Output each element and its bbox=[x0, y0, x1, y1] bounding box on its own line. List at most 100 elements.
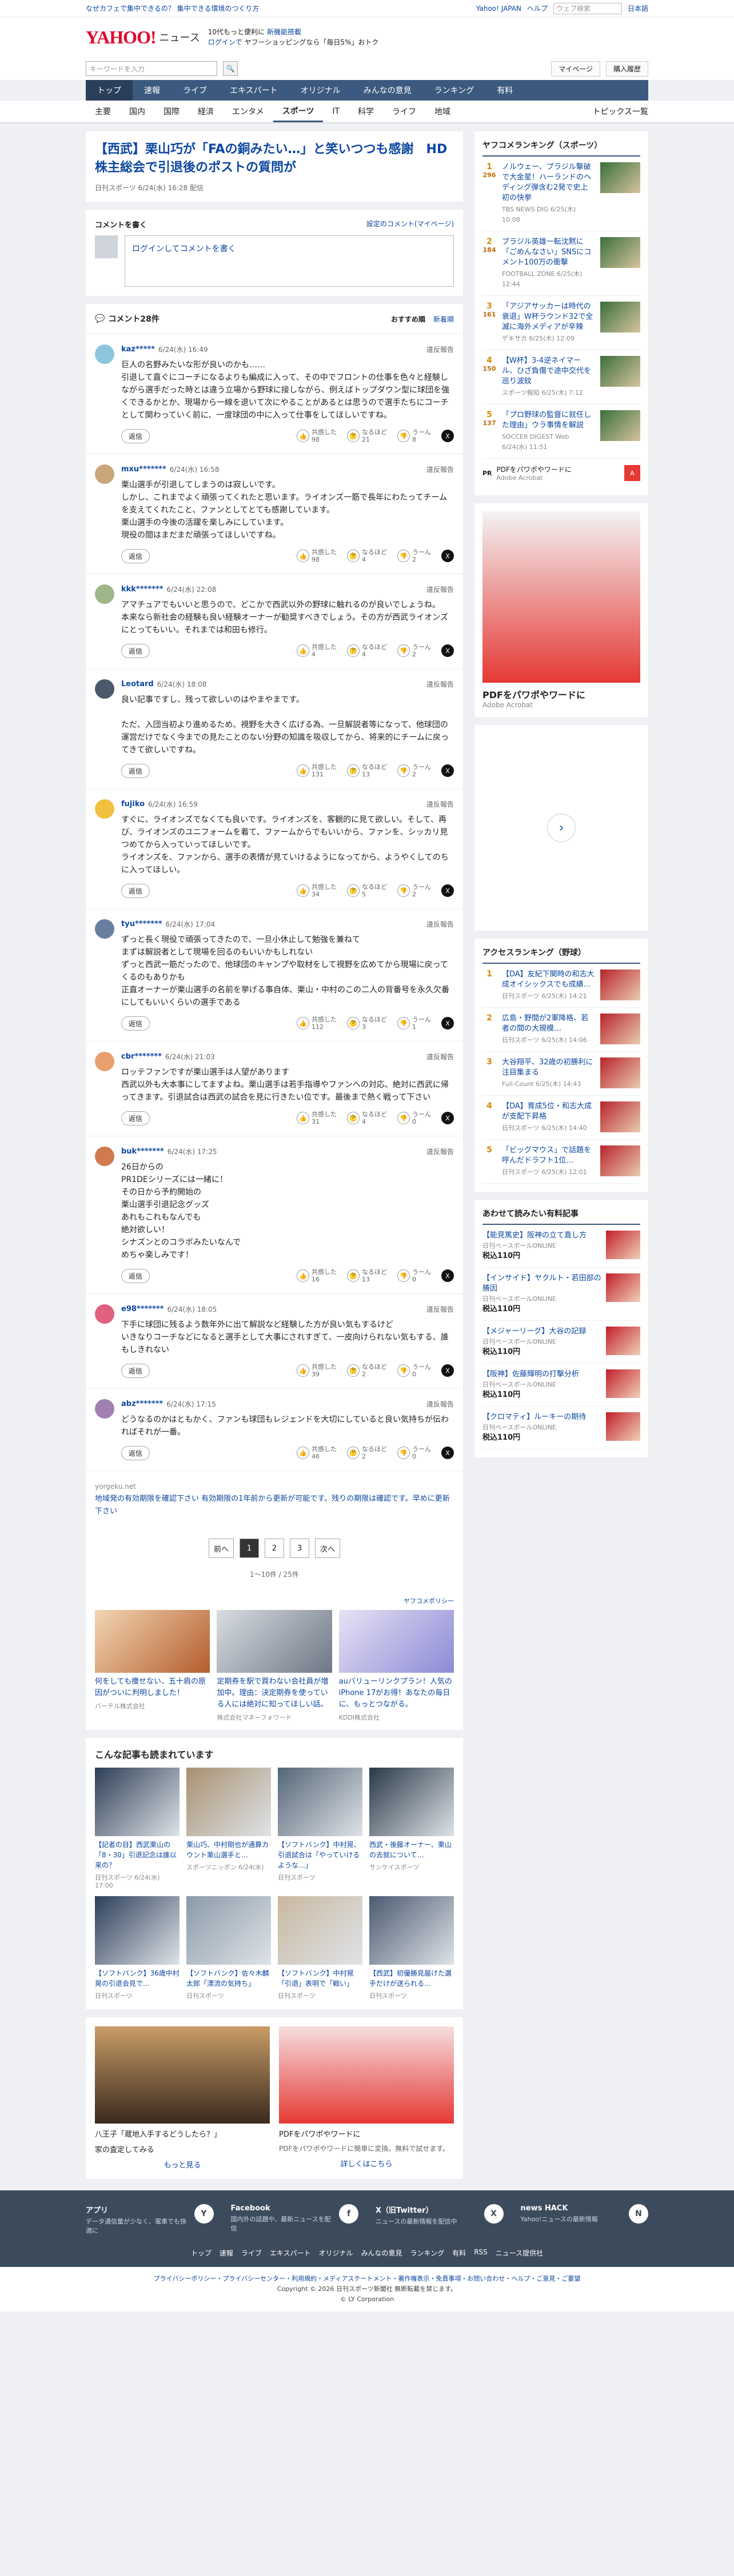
report-link[interactable]: 違反報告 bbox=[426, 584, 454, 594]
tab-local[interactable]: 地域 bbox=[425, 101, 460, 122]
article-title[interactable]: 【西武】栗山巧が「FAの銅みたい…」と笑いつつも感謝 HD株主総会で引退後のポス… bbox=[95, 141, 454, 177]
reply-button[interactable]: 返信 bbox=[121, 1111, 150, 1125]
nav-paid[interactable]: 有料 bbox=[485, 80, 524, 101]
vote-good-button[interactable]: 👍 共感した 31 bbox=[297, 1111, 337, 1125]
footer-column[interactable]: Facebook 国内外の話題や、最新ニュースを配信 f bbox=[231, 2204, 358, 2236]
comment-user[interactable]: buk******* bbox=[121, 1147, 164, 1156]
avatar[interactable] bbox=[95, 584, 114, 604]
nav-live[interactable]: ライブ bbox=[171, 80, 218, 101]
footer-nav-link[interactable]: みんなの意見 bbox=[361, 2248, 402, 2258]
related-article[interactable]: 【西武】初優勝見届けた選手だけが送られる… 日刊スポーツ bbox=[369, 1896, 454, 2000]
purchase-history-button[interactable]: 購入履歴 bbox=[605, 61, 648, 77]
vote-good-button[interactable]: 👍 共感した 112 bbox=[297, 1016, 337, 1031]
reply-button[interactable]: 返信 bbox=[121, 1016, 150, 1031]
comment-user[interactable]: e98******* bbox=[121, 1305, 164, 1313]
vote-bad-button[interactable]: 👎 うーん 2 bbox=[397, 763, 431, 778]
related-article[interactable]: 【ソフトバンク】中村晃、引退試合は「やっていけるような…」 日刊スポーツ bbox=[278, 1768, 362, 1889]
page-3[interactable]: 3 bbox=[290, 1539, 309, 1558]
ad-detail-button[interactable]: 詳しくはこちら bbox=[279, 2158, 454, 2169]
nav-original[interactable]: オリジナル bbox=[289, 80, 352, 101]
paid-article[interactable]: 【インサイド】ヤクルト・若田部の勝因 日刊ベースボールONLINE 税込110円 bbox=[482, 1268, 640, 1321]
ranking-item[interactable]: 1 296 ノルウェー、ブラジル撃破で大金星！ハーランドのヘディング弾含む2発で史上… bbox=[482, 157, 640, 231]
paid-article[interactable]: 【メジャーリーグ】大谷の記録 日刊ベースボールONLINE 税込110円 bbox=[482, 1321, 640, 1364]
reply-button[interactable]: 返信 bbox=[121, 883, 150, 898]
vote-bad-button[interactable]: 👎 うーん 1 bbox=[397, 1016, 431, 1031]
avatar[interactable] bbox=[95, 1147, 114, 1166]
x-share-icon[interactable]: X bbox=[441, 430, 454, 442]
nav-top[interactable]: トップ bbox=[86, 80, 133, 101]
vote-idk-button[interactable]: 🤔 なるほど 4 bbox=[347, 643, 387, 658]
report-link[interactable]: 違反報告 bbox=[426, 1399, 454, 1409]
sort-newest[interactable]: 新着順 bbox=[433, 314, 454, 324]
comment-user[interactable]: abz******* bbox=[121, 1400, 163, 1408]
nav-opinion[interactable]: みんなの意見 bbox=[352, 80, 423, 101]
avatar[interactable] bbox=[95, 919, 114, 939]
tab-entertainment[interactable]: エンタメ bbox=[223, 101, 273, 122]
related-article[interactable]: 【ソフトバンク】36歳中村晃の引退会見で… 日刊スポーツ bbox=[95, 1896, 179, 2000]
access-item[interactable]: 3 大谷翔平、32歳の初勝利に注目集まる Full-Count 6/25(木) 14… bbox=[482, 1052, 640, 1096]
report-link[interactable]: 違反報告 bbox=[426, 679, 454, 689]
x-share-icon[interactable]: X bbox=[441, 764, 454, 777]
avatar[interactable] bbox=[95, 344, 114, 364]
ranking-item[interactable]: 5 137 「プロ野球の監督に就任した理由」ウラ事情を解説 SOCCER DIGEST… bbox=[482, 404, 640, 459]
reply-button[interactable]: 返信 bbox=[121, 763, 150, 778]
vote-good-button[interactable]: 👍 共感した 131 bbox=[297, 763, 337, 778]
vote-bad-button[interactable]: 👎 うーん 2 bbox=[397, 883, 431, 898]
tab-sports[interactable]: スポーツ bbox=[273, 101, 324, 122]
footer-column[interactable]: X（旧Twitter） ニュースの最新情報を配信中 X bbox=[376, 2204, 504, 2236]
x-share-icon[interactable]: X bbox=[441, 1017, 454, 1029]
language-select[interactable]: 日本語 bbox=[628, 3, 648, 13]
reply-button[interactable]: 返信 bbox=[121, 548, 150, 563]
display-ad[interactable]: PDFをパワポやワードに Adobe Acrobat bbox=[474, 503, 648, 717]
reply-button[interactable]: 返信 bbox=[121, 1363, 150, 1378]
vote-good-button[interactable]: 👍 共感した 46 bbox=[297, 1445, 337, 1460]
vote-idk-button[interactable]: 🤔 なるほど 2 bbox=[347, 1445, 387, 1460]
x-share-icon[interactable]: X bbox=[441, 1447, 454, 1459]
avatar[interactable] bbox=[95, 799, 114, 819]
footer-nav-link[interactable]: 有料 bbox=[452, 2248, 466, 2258]
vote-idk-button[interactable]: 🤔 なるほど 13 bbox=[347, 763, 387, 778]
reply-button[interactable]: 返信 bbox=[121, 643, 150, 658]
mypage-button[interactable]: マイページ bbox=[551, 61, 600, 77]
policy-link[interactable]: ヤフコメポリシー bbox=[95, 1596, 454, 1605]
reply-button[interactable]: 返信 bbox=[121, 1445, 150, 1460]
x-share-icon[interactable]: X bbox=[441, 1269, 454, 1282]
comment-user[interactable]: kkk******* bbox=[121, 585, 163, 594]
avatar[interactable] bbox=[95, 1399, 114, 1419]
comment-user[interactable]: mxu******* bbox=[121, 465, 166, 474]
ad-notice[interactable]: yorgeku.net 地域発の有効期限を確認下さい 有効期限の1年前から更新が… bbox=[86, 1471, 463, 1527]
page-2[interactable]: 2 bbox=[265, 1539, 284, 1558]
header-promo[interactable]: 10代もっと便利に 新機能搭載 ログインで ヤフーショッピングなら「毎日5%」お… bbox=[208, 27, 379, 47]
vote-bad-button[interactable]: 👎 うーん 0 bbox=[397, 1268, 431, 1283]
ranking-item[interactable]: 2 184 ブラジル英雄一転沈黙に「ごめんなさい」SNSにコメント100万の衝撃 FO… bbox=[482, 231, 640, 296]
comment-user[interactable]: cbr******* bbox=[121, 1052, 162, 1061]
comment-user[interactable]: kaz***** bbox=[121, 345, 155, 354]
vote-idk-button[interactable]: 🤔 なるほど 13 bbox=[347, 1268, 387, 1283]
tab-science[interactable]: 科学 bbox=[349, 101, 383, 122]
nav-breaking[interactable]: 速報 bbox=[133, 80, 171, 101]
vote-idk-button[interactable]: 🤔 なるほど 4 bbox=[347, 548, 387, 563]
comment-textarea[interactable]: ログインしてコメントを書く bbox=[125, 235, 454, 287]
footer-nav-link[interactable]: オリジナル bbox=[319, 2248, 353, 2258]
vote-idk-button[interactable]: 🤔 なるほど 3 bbox=[347, 1016, 387, 1031]
x-share-icon[interactable]: X bbox=[441, 550, 454, 562]
report-link[interactable]: 違反報告 bbox=[426, 919, 454, 929]
footer-nav-link[interactable]: ライブ bbox=[241, 2248, 262, 2258]
topics-list-link[interactable]: トピックス一覧 bbox=[592, 106, 648, 117]
ad-card[interactable]: 何をしても痩せない、五十肩の原因がついに判明しました！ バーテル株式会社 bbox=[95, 1610, 210, 1722]
report-link[interactable]: 違反報告 bbox=[426, 464, 454, 474]
web-search-input[interactable]: ウェブ検索 bbox=[553, 2, 622, 14]
vote-bad-button[interactable]: 👎 うーん 2 bbox=[397, 643, 431, 658]
vote-bad-button[interactable]: 👎 うーん 0 bbox=[397, 1445, 431, 1460]
ad-more-button[interactable]: もっと見る bbox=[95, 2159, 270, 2170]
paid-article[interactable]: 【能見篤史】阪神の立て直し方 日刊ベースボールONLINE 税込110円 bbox=[482, 1225, 640, 1268]
sort-recommended[interactable]: おすすめ順 bbox=[391, 314, 425, 324]
help-link[interactable]: ヘルプ bbox=[527, 3, 548, 13]
report-link[interactable]: 違反報告 bbox=[426, 1304, 454, 1314]
report-link[interactable]: 違反報告 bbox=[426, 799, 454, 809]
vote-good-button[interactable]: 👍 共感した 98 bbox=[297, 548, 337, 563]
footer-nav-link[interactable]: ニュース提供社 bbox=[496, 2248, 543, 2258]
next-page-button[interactable]: 次へ bbox=[315, 1539, 341, 1558]
related-article[interactable]: 【記者の目】西武栗山の「8・30」引退記念は誰以来の？ 日刊スポーツ 6/24(水… bbox=[95, 1768, 179, 1889]
related-article[interactable]: 【ソフトバンク】中村晃「引退」表明で「戦い」 日刊スポーツ bbox=[278, 1896, 362, 2000]
